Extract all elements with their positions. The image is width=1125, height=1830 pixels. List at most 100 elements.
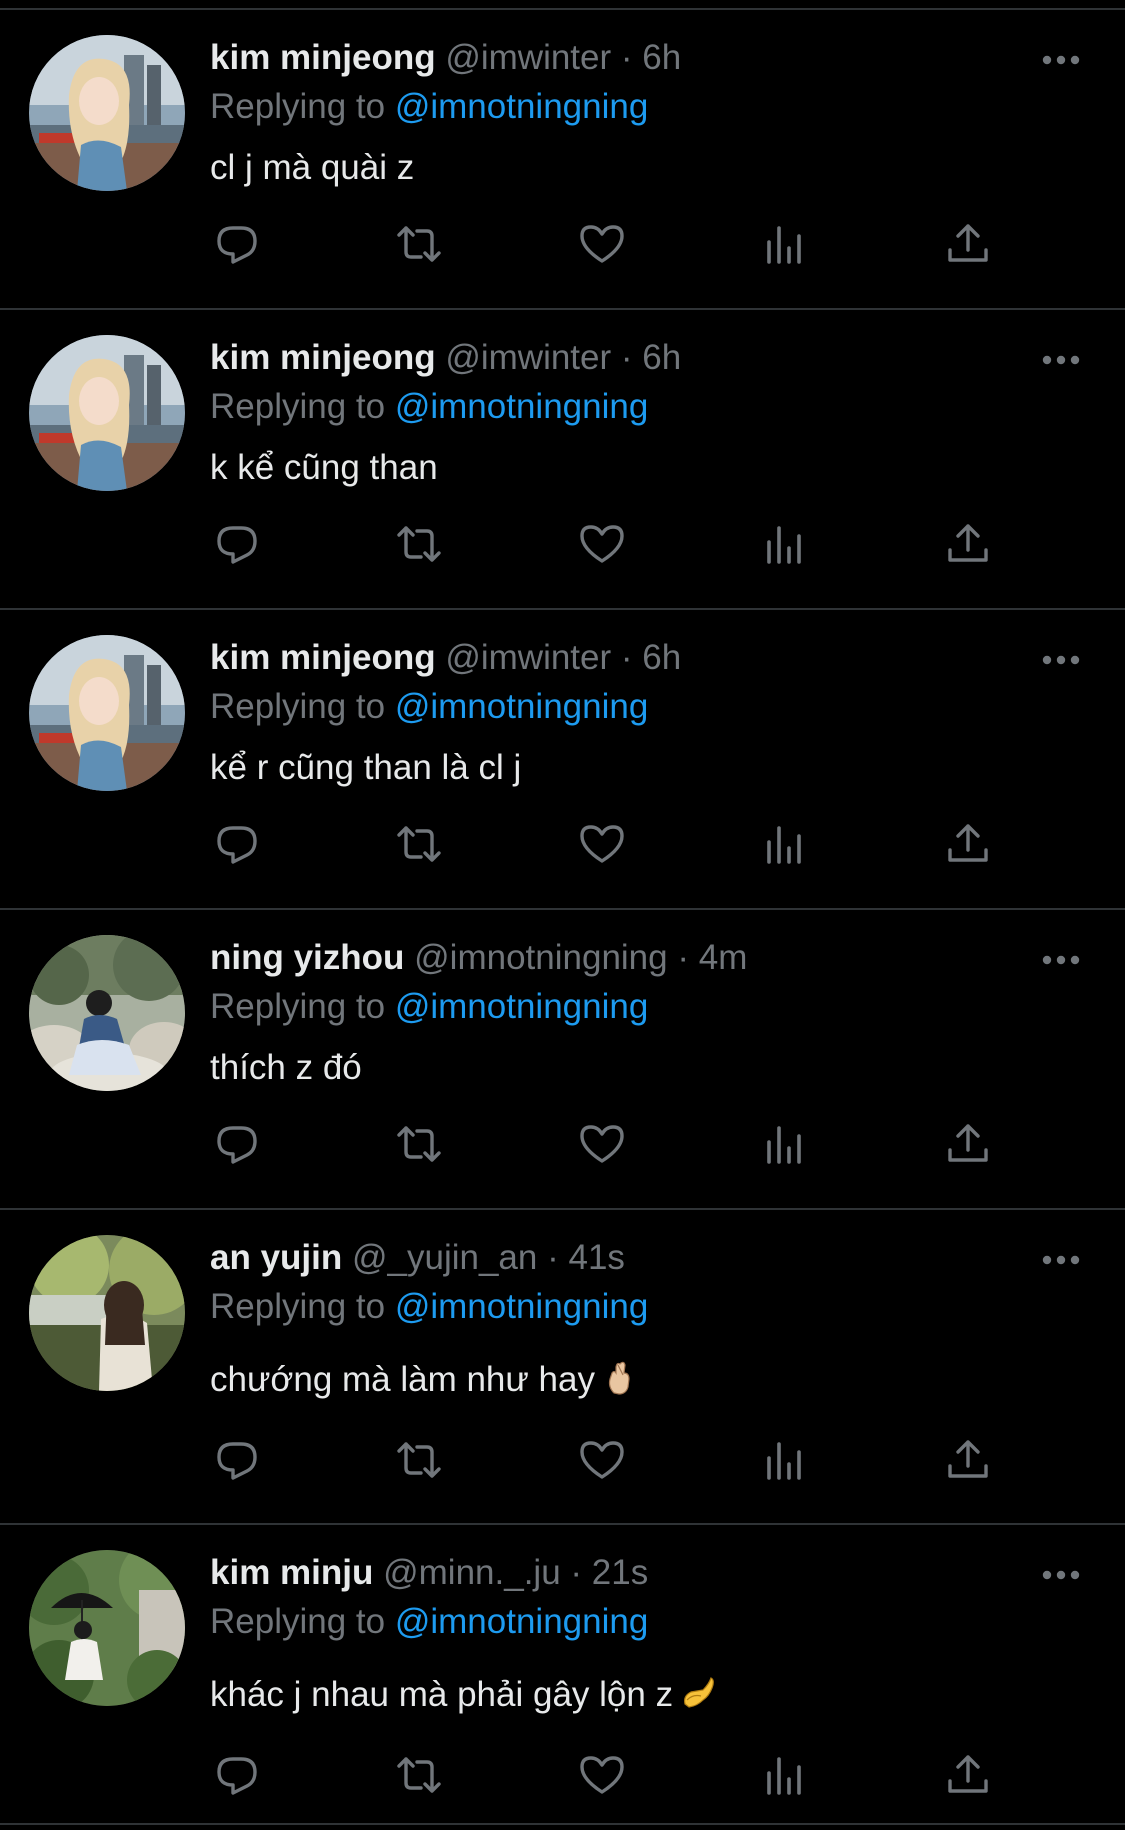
replying-to: Replying to @imnotningning: [210, 1282, 1085, 1332]
avatar[interactable]: [29, 35, 185, 191]
tweet-text: kể r cũng than là cl j: [210, 744, 1085, 792]
views-button[interactable]: [755, 516, 815, 576]
tweet-body: k kể cũng than: [210, 448, 438, 487]
timestamp[interactable]: 6h: [642, 338, 681, 377]
like-button[interactable]: [572, 816, 632, 876]
replying-prefix: Replying to: [210, 687, 386, 726]
replying-to: Replying to @imnotningning: [210, 382, 1085, 432]
views-button[interactable]: [755, 1747, 815, 1807]
tweet[interactable]: an yujin @_yujin_an · 41s Replying to @im…: [0, 1210, 1125, 1525]
reply-handle-link[interactable]: @imnotningning: [395, 1602, 648, 1641]
views-button[interactable]: [755, 1432, 815, 1492]
timestamp[interactable]: 6h: [642, 638, 681, 677]
avatar[interactable]: [29, 1550, 185, 1706]
reply-button[interactable]: [207, 816, 267, 876]
reply-button[interactable]: [207, 216, 267, 276]
tweet-text: k kể cũng than: [210, 444, 1085, 492]
retweet-button[interactable]: [389, 1432, 449, 1492]
tweet[interactable]: kim minjeong @imwinter · 6h Replying to @…: [0, 10, 1125, 310]
tweet[interactable]: kim minju @minn._.ju · 21s Replying to @i…: [0, 1525, 1125, 1825]
retweet-button[interactable]: [389, 216, 449, 276]
like-button[interactable]: [572, 1116, 632, 1176]
reply-handle-link[interactable]: @imnotningning: [395, 87, 648, 126]
tweet-actions: [0, 216, 1125, 276]
avatar[interactable]: [29, 935, 185, 1091]
top-divider: [0, 0, 1125, 10]
reply-icon: [213, 820, 261, 873]
display-name[interactable]: kim minjeong: [210, 38, 436, 77]
like-button[interactable]: [572, 1432, 632, 1492]
tweet-text: thích z đó: [210, 1044, 1085, 1092]
reply-button[interactable]: [207, 1116, 267, 1176]
timestamp[interactable]: 6h: [642, 38, 681, 77]
share-button[interactable]: [938, 216, 998, 276]
display-name[interactable]: kim minjeong: [210, 638, 436, 677]
user-handle[interactable]: @minn._.ju: [383, 1553, 561, 1592]
pinching-hand-emoji: [679, 1674, 717, 1712]
separator: ·: [620, 38, 633, 77]
tweet-body: khác j nhau mà phải gây lộn z: [210, 1675, 674, 1714]
tweet[interactable]: ning yizhou @imnotningning · 4m Replying …: [0, 910, 1125, 1210]
tweet-body: thích z đó: [210, 1048, 362, 1087]
share-icon: [944, 520, 992, 573]
share-button[interactable]: [938, 816, 998, 876]
display-name[interactable]: kim minjeong: [210, 338, 436, 377]
views-button[interactable]: [755, 1116, 815, 1176]
retweet-icon: [395, 820, 443, 873]
share-button[interactable]: [938, 1747, 998, 1807]
reply-button[interactable]: [207, 516, 267, 576]
user-handle[interactable]: @_yujin_an: [352, 1238, 537, 1277]
retweet-icon: [395, 1120, 443, 1173]
avatar[interactable]: [29, 635, 185, 791]
replying-prefix: Replying to: [210, 1287, 386, 1326]
reply-handle-link[interactable]: @imnotningning: [395, 1287, 648, 1326]
share-button[interactable]: [938, 1116, 998, 1176]
separator: ·: [620, 638, 633, 677]
tweet-actions: [0, 1116, 1125, 1176]
retweet-button[interactable]: [389, 516, 449, 576]
tweet-actions: [0, 816, 1125, 876]
reply-icon: [213, 1120, 261, 1173]
separator: ·: [620, 338, 633, 377]
reply-handle-link[interactable]: @imnotningning: [395, 987, 648, 1026]
views-button[interactable]: [755, 816, 815, 876]
replying-prefix: Replying to: [210, 987, 386, 1026]
timestamp[interactable]: 41s: [568, 1238, 624, 1277]
share-button[interactable]: [938, 516, 998, 576]
views-icon: [761, 520, 809, 573]
display-name[interactable]: ning yizhou: [210, 938, 404, 977]
user-handle[interactable]: @imwinter: [445, 38, 611, 77]
avatar[interactable]: [29, 335, 185, 491]
reply-button[interactable]: [207, 1747, 267, 1807]
tweet-body: chướng mà làm như hay: [210, 1360, 595, 1399]
display-name[interactable]: an yujin: [210, 1238, 342, 1277]
tweet[interactable]: kim minjeong @imwinter · 6h Replying to @…: [0, 310, 1125, 610]
tweet-body: cl j mà quài z: [210, 148, 415, 187]
user-handle[interactable]: @imnotningning: [414, 938, 667, 977]
like-button[interactable]: [572, 1747, 632, 1807]
timestamp[interactable]: 4m: [699, 938, 748, 977]
display-name[interactable]: kim minju: [210, 1553, 373, 1592]
like-button[interactable]: [572, 216, 632, 276]
tweet[interactable]: kim minjeong @imwinter · 6h Replying to @…: [0, 610, 1125, 910]
replying-to: Replying to @imnotningning: [210, 1597, 1085, 1647]
share-button[interactable]: [938, 1432, 998, 1492]
tweet-content: kim minjeong @imwinter · 6h Replying to @…: [210, 634, 1085, 792]
retweet-button[interactable]: [389, 816, 449, 876]
replying-prefix: Replying to: [210, 387, 386, 426]
reply-handle-link[interactable]: @imnotningning: [395, 687, 648, 726]
retweet-button[interactable]: [389, 1747, 449, 1807]
reply-handle-link[interactable]: @imnotningning: [395, 387, 648, 426]
like-button[interactable]: [572, 516, 632, 576]
retweet-icon: [395, 520, 443, 573]
views-button[interactable]: [755, 216, 815, 276]
user-handle[interactable]: @imwinter: [445, 338, 611, 377]
avatar[interactable]: [29, 1235, 185, 1391]
reply-button[interactable]: [207, 1432, 267, 1492]
user-handle[interactable]: @imwinter: [445, 638, 611, 677]
timestamp[interactable]: 21s: [592, 1553, 648, 1592]
retweet-button[interactable]: [389, 1116, 449, 1176]
like-icon: [578, 1436, 626, 1489]
reply-icon: [213, 1751, 261, 1804]
tweet-text: chướng mà làm như hay: [210, 1356, 1085, 1404]
